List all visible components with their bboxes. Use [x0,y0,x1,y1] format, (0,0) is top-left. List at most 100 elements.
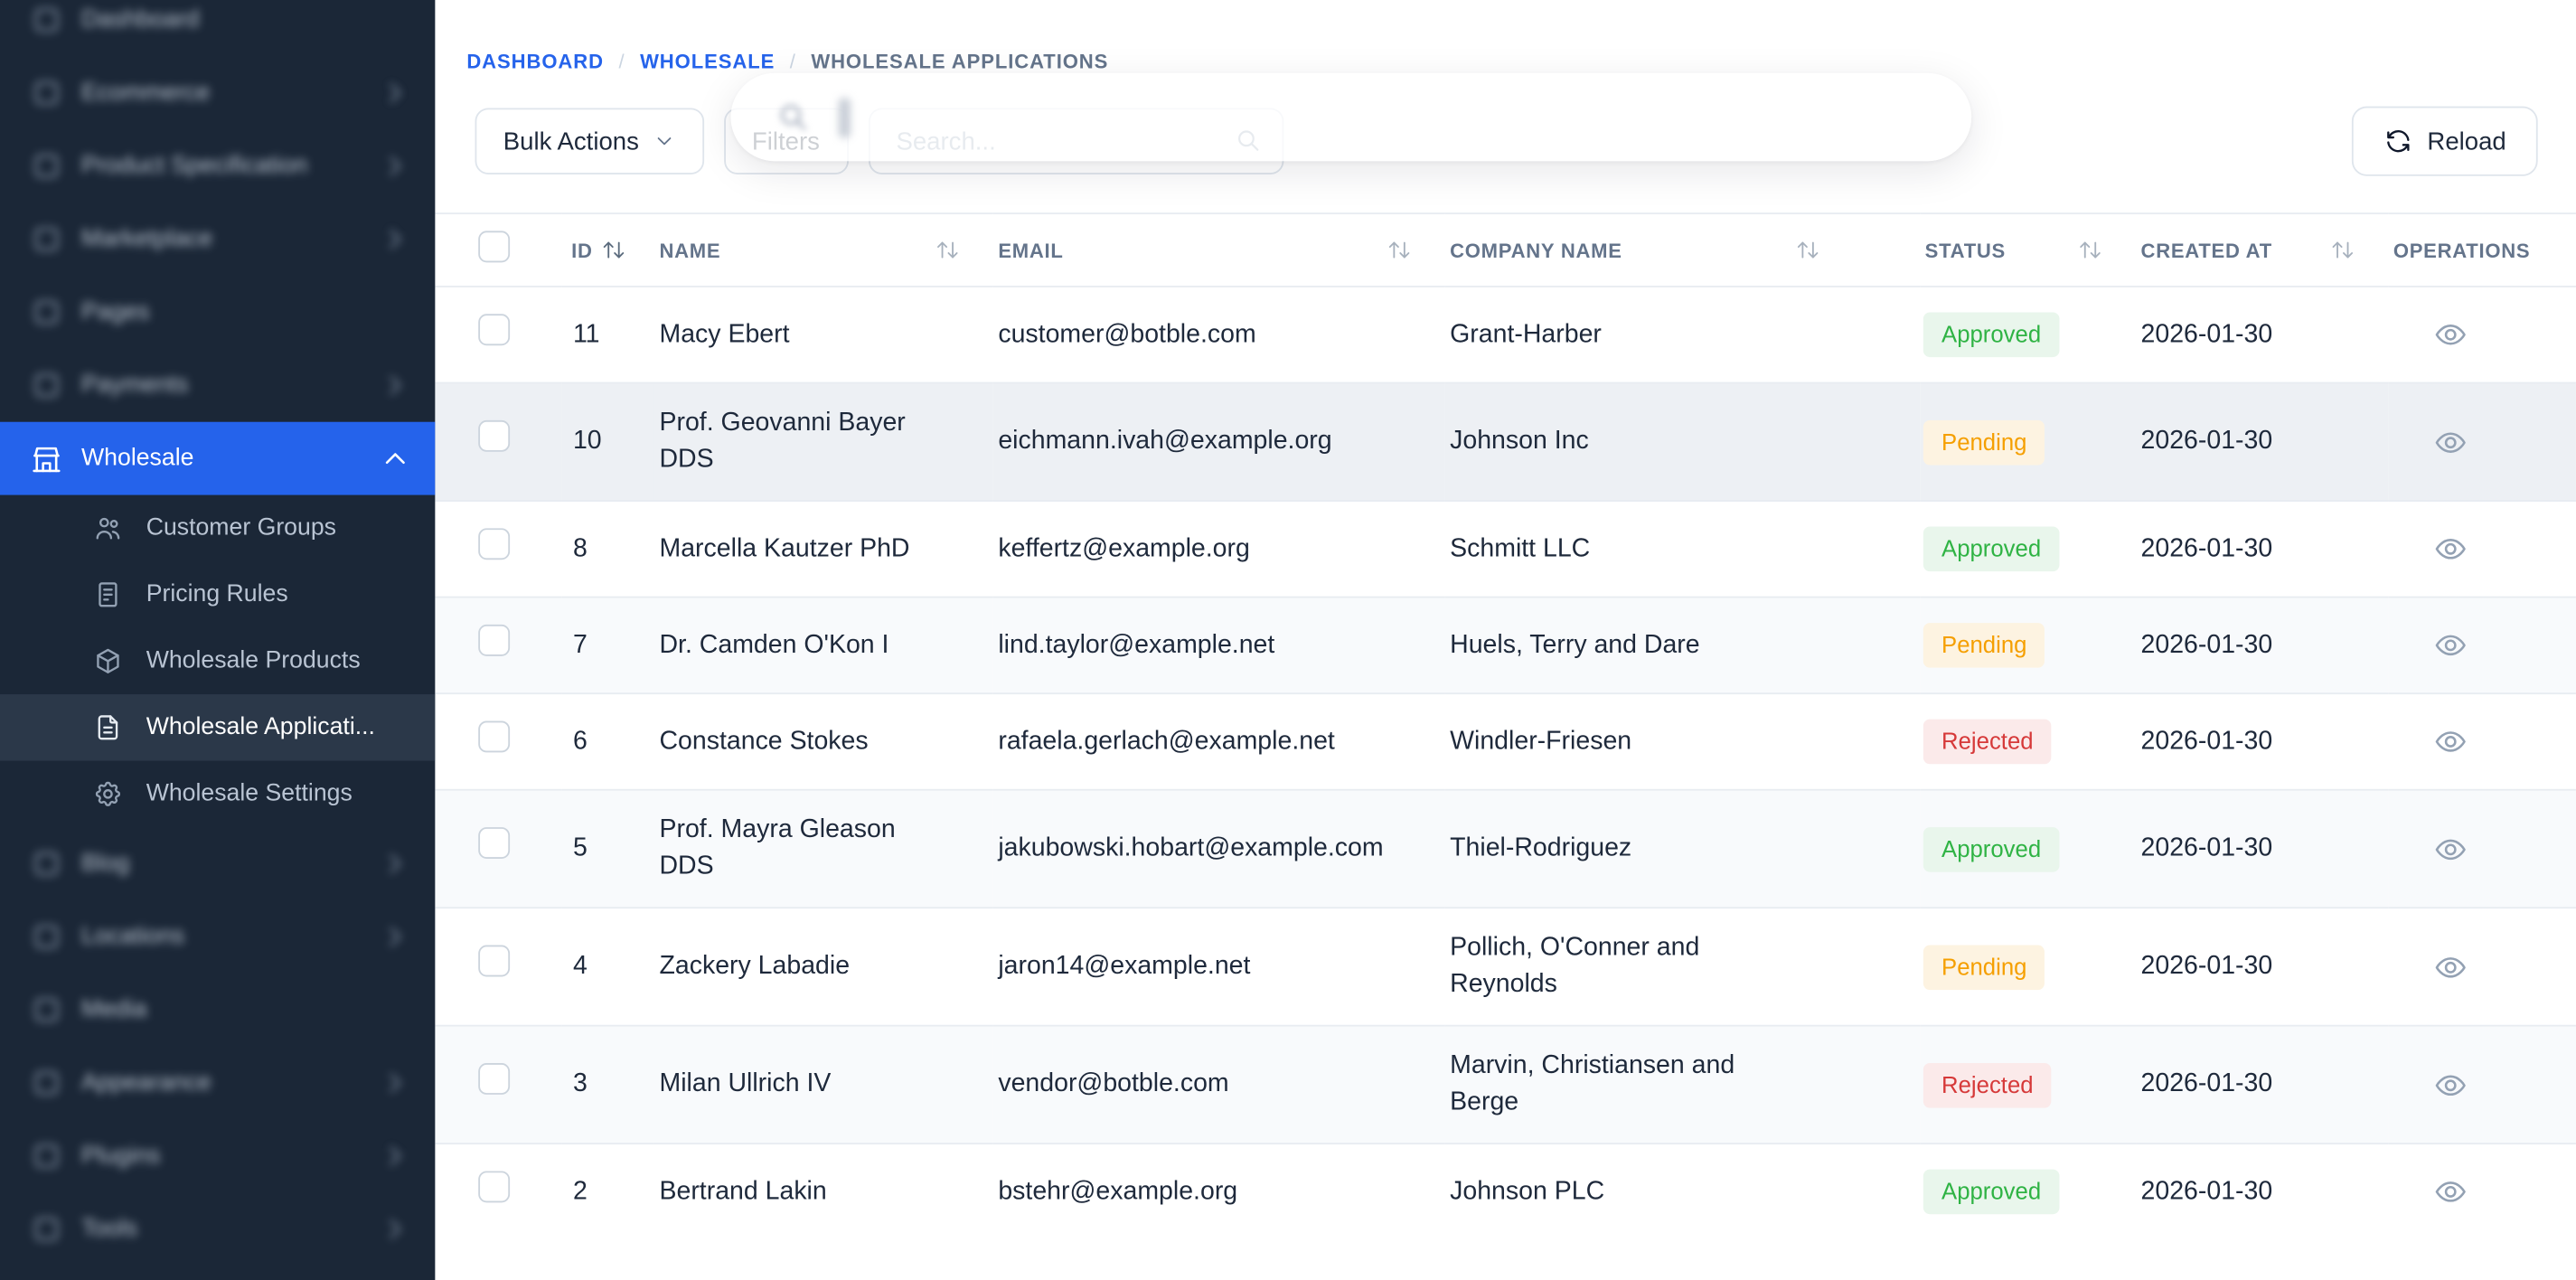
row-name: Dr. Camden O'Kon I [654,627,950,664]
row-id: 6 [561,723,588,759]
row-company: Grant-Harber [1445,316,1774,353]
sort-icon[interactable] [935,238,961,263]
status-badge: Pending [1923,945,2045,990]
users-icon [93,513,123,543]
sidebar-subitem-wholesale-products[interactable]: Wholesale Products [0,628,435,695]
view-button[interactable] [2428,720,2471,764]
cell-sel [435,1144,561,1240]
row-checkbox[interactable] [478,720,510,752]
cell-name: Constance Stokes [654,693,993,790]
eye-icon [2432,317,2468,353]
row-checkbox[interactable] [478,1063,510,1095]
row-checkbox[interactable] [478,946,510,977]
sidebar-item-wholesale[interactable]: Wholesale [0,422,435,495]
sidebar-subitem-wholesale-applicati[interactable]: Wholesale Applicati... [0,694,435,761]
sidebar-item-marketplace[interactable]: Marketplace [0,202,435,276]
cell-name: Prof. Mayra Gleason DDS [654,790,993,908]
column-header-status[interactable]: STATUS [1925,237,2006,263]
sidebar-item-pages[interactable]: Pages [0,276,435,349]
sort-icon[interactable] [601,238,626,263]
column-header-id[interactable]: ID [571,237,593,263]
sidebar-item-product-specification[interactable]: Product Specification [0,129,435,202]
view-button[interactable] [2428,827,2471,871]
row-checkbox[interactable] [478,527,510,559]
column-header-email[interactable]: EMAIL [998,237,1063,263]
table-row[interactable]: 8Marcella Kautzer PhDkeffertz@example.or… [435,501,2576,598]
global-search-overlay[interactable] [731,73,1972,161]
cell-ops [2388,383,2576,501]
status-badge: Pending [1923,623,2045,668]
row-checkbox[interactable] [478,827,510,859]
sort-icon[interactable] [2078,238,2103,263]
select-all-checkbox[interactable] [478,231,510,262]
cell-ops [2388,287,2576,383]
table-row[interactable]: 11Macy Ebertcustomer@botble.comGrant-Har… [435,287,2576,383]
breadcrumb-item-wholesale[interactable]: WHOLESALE [640,50,775,73]
cell-email: vendor@botble.com [993,1026,1445,1144]
sidebar-subitem-wholesale-settings[interactable]: Wholesale Settings [0,761,435,828]
view-button[interactable] [2428,1063,2471,1106]
cell-created: 2026-01-30 [2136,598,2388,694]
sort-icon[interactable] [2330,238,2355,263]
row-id: 11 [561,316,599,353]
sidebar-item-dashboard[interactable]: Dashboard [0,0,435,56]
sidebar-item-label: Ecommerce [81,80,361,106]
sort-icon[interactable] [1387,238,1412,263]
cell-id: 3 [561,1026,654,1144]
row-created-at: 2026-01-30 [2136,627,2388,664]
applications-table: IDNAMEEMAILCOMPANY NAMESTATUSCREATED ATO… [435,212,2576,1239]
column-header-created[interactable]: CREATED AT [2141,237,2272,263]
table-row[interactable]: 5Prof. Mayra Gleason DDSjakubowski.hobar… [435,790,2576,908]
row-checkbox[interactable] [478,1171,510,1202]
table-row[interactable]: 2Bertrand Lakinbstehr@example.orgJohnson… [435,1144,2576,1240]
cell-name: Dr. Camden O'Kon I [654,598,993,694]
table-row[interactable]: 7Dr. Camden O'Kon Ilind.taylor@example.n… [435,598,2576,694]
sidebar-item-settings[interactable]: Settings [0,1266,435,1280]
sidebar-item-media[interactable]: Media [0,974,435,1047]
sidebar-item-tools[interactable]: Tools [0,1192,435,1266]
column-header-company[interactable]: COMPANY NAME [1450,237,1622,263]
row-created-at: 2026-01-30 [2136,424,2388,460]
sidebar-subitem-customer-groups[interactable]: Customer Groups [0,495,435,562]
sidebar-item-payments[interactable]: Payments [0,349,435,422]
row-checkbox[interactable] [478,313,510,344]
table-row[interactable]: 3Milan Ullrich IVvendor@botble.comMarvin… [435,1026,2576,1144]
reload-button[interactable]: Reload [2353,107,2538,176]
row-created-at: 2026-01-30 [2136,531,2388,567]
view-button[interactable] [2428,527,2471,570]
row-checkbox[interactable] [478,624,510,655]
table-row[interactable]: 6Constance Stokesrafaela.gerlach@example… [435,693,2576,790]
view-button[interactable] [2428,624,2471,667]
cell-sel [435,693,561,790]
view-button[interactable] [2428,420,2471,464]
row-company: Johnson PLC [1445,1174,1774,1210]
sort-icon[interactable] [1795,238,1820,263]
table-row[interactable]: 4Zackery Labadiejaron14@example.netPolli… [435,908,2576,1025]
view-button[interactable] [2428,1171,2471,1214]
cell-created: 2026-01-30 [2136,287,2388,383]
cell-created: 2026-01-30 [2136,693,2388,790]
sidebar-item-plugins[interactable]: Plugins [0,1119,435,1192]
column-header-name[interactable]: NAME [659,237,720,263]
view-button[interactable] [2428,313,2471,356]
status-badge: Approved [1923,526,2060,571]
sidebar-subitem-pricing-rules[interactable]: Pricing Rules [0,561,435,628]
sidebar-item-label: Plugins [81,1143,361,1169]
cell-email: eichmann.ivah@example.org [993,383,1445,501]
breadcrumb-item-dashboard[interactable]: DASHBOARD [466,50,604,73]
packages-icon [93,646,123,676]
cell-sel [435,501,561,598]
row-email: eichmann.ivah@example.org [993,424,1445,460]
sidebar-subitem-label: Pricing Rules [146,581,412,607]
view-button[interactable] [2428,946,2471,989]
cell-sel [435,790,561,908]
row-id: 7 [561,627,588,664]
sidebar-item-appearance[interactable]: Appearance [0,1047,435,1120]
row-checkbox[interactable] [478,420,510,452]
sidebar-item-locations[interactable]: Locations [0,900,435,974]
sidebar-item-blog[interactable]: Blog [0,827,435,900]
table-row[interactable]: 10Prof. Geovanni Bayer DDSeichmann.ivah@… [435,383,2576,501]
breadcrumb-separator: / [790,50,796,73]
sidebar-item-ecommerce[interactable]: Ecommerce [0,56,435,129]
bulk-actions-button[interactable]: Bulk Actions [475,108,704,174]
